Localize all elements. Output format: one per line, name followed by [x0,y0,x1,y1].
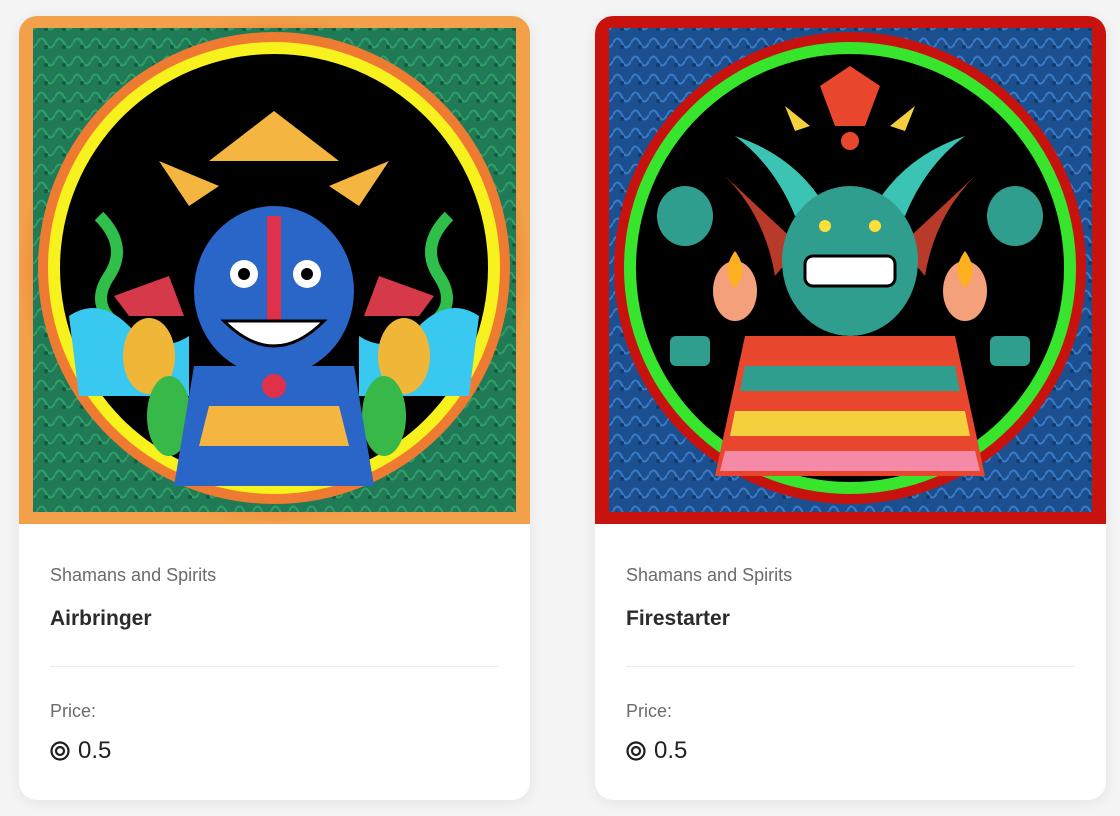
nft-artwork-airbringer[interactable] [19,16,530,524]
price-row: 0.5 [50,737,111,765]
nft-title[interactable]: Airbringer [50,607,152,631]
price-label: Price: [50,701,97,721]
divider [50,666,499,667]
collection-name: Shamans and Spirits [50,565,217,585]
nft-artwork-firestarter[interactable] [595,16,1106,524]
price-value: 0.5 [654,737,688,764]
price-row: 0.5 [626,737,687,765]
divider [626,666,1075,667]
coin-icon [50,741,70,761]
price-value: 0.5 [78,737,112,764]
nft-card-firestarter[interactable]: Shamans and Spirits Firestarter Price: 0… [595,16,1106,800]
nft-card-airbringer[interactable]: Shamans and Spirits Airbringer Price: 0.… [19,16,530,800]
price-label: Price: [626,701,673,721]
coin-icon [626,741,646,761]
collection-name: Shamans and Spirits [626,565,793,585]
nft-title[interactable]: Firestarter [626,607,730,631]
